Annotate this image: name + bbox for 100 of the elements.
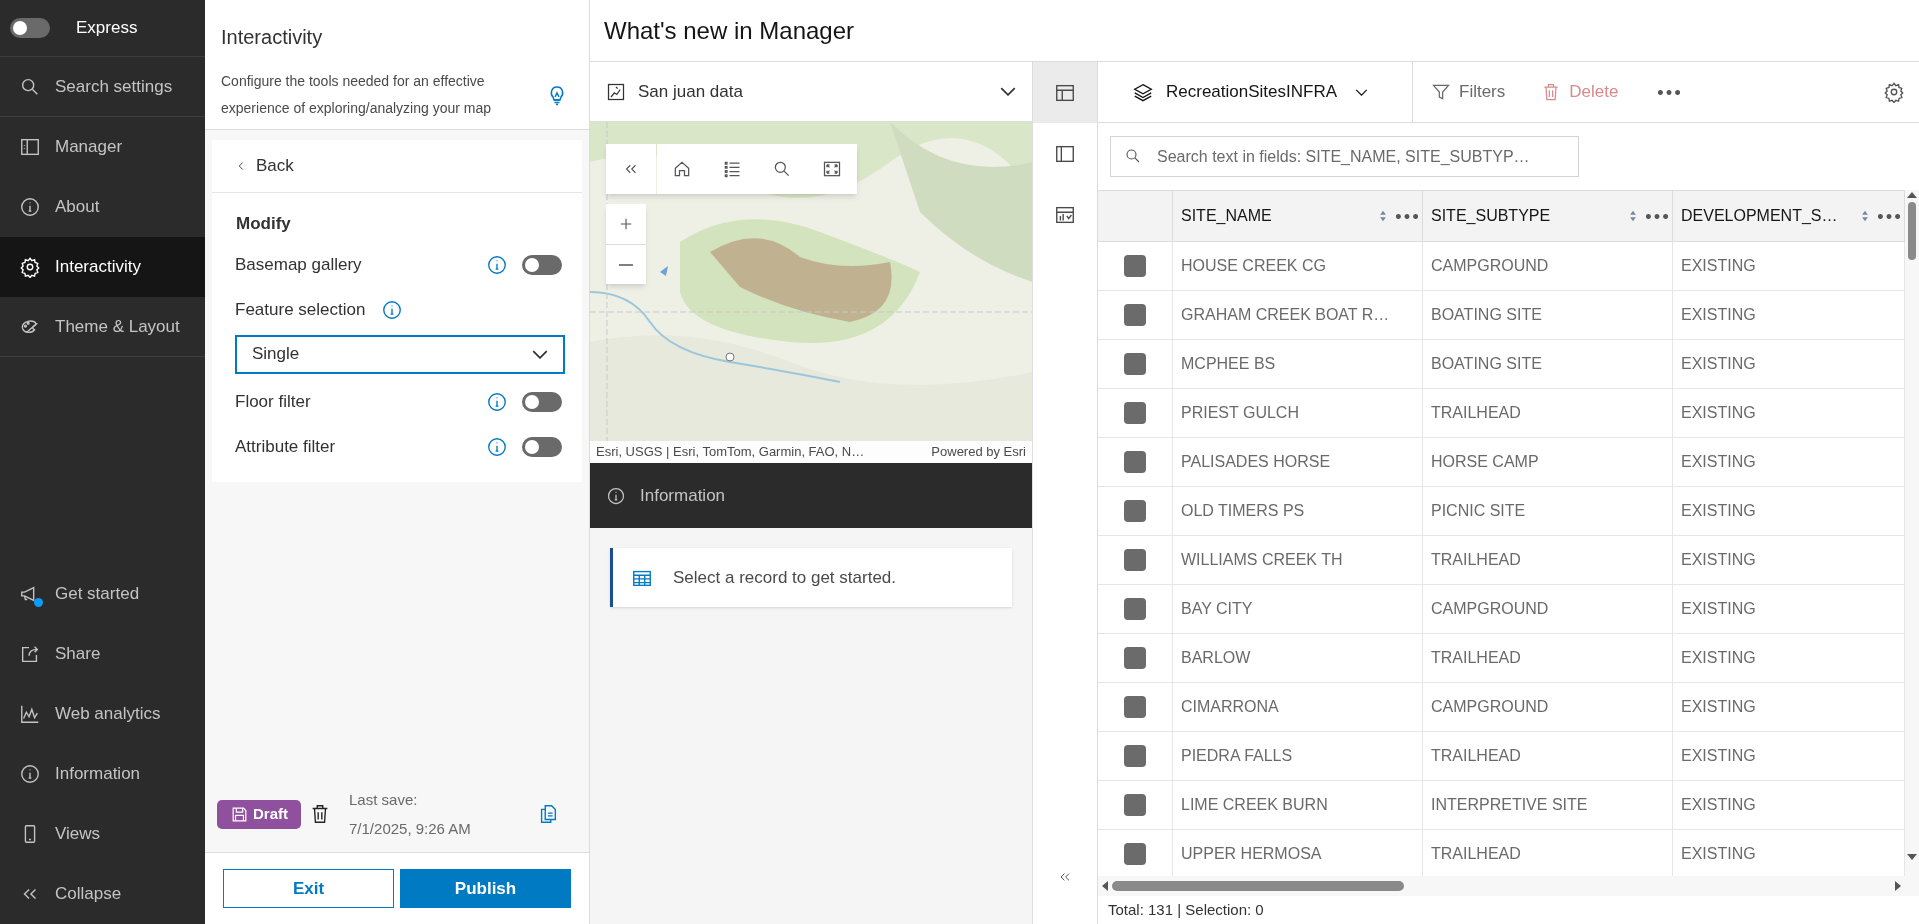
info-icon[interactable] xyxy=(381,299,404,321)
fullscreen-icon xyxy=(822,159,842,179)
toggle-switch[interactable] xyxy=(522,392,562,412)
search-field[interactable]: Search text in fields: SITE_NAME, SITE_SUBTYP… xyxy=(1110,136,1579,177)
info-icon[interactable] xyxy=(486,254,508,276)
table-cell: TRAILHEAD xyxy=(1423,634,1673,682)
section-title: Modify xyxy=(235,213,292,235)
table-cell: TRAILHEAD xyxy=(1423,389,1673,437)
settings-icon xyxy=(1883,81,1905,103)
table-cell: CAMPGROUND xyxy=(1423,242,1673,290)
toggle-switch[interactable] xyxy=(522,437,562,457)
setting-label: Feature selection xyxy=(235,299,366,322)
table-cell: BAY CITY xyxy=(1173,585,1423,633)
row-checkbox[interactable] xyxy=(1124,451,1146,473)
column-header: SITE_NAME xyxy=(1181,206,1273,226)
row-checkbox[interactable] xyxy=(1124,255,1146,277)
filter-icon xyxy=(1431,82,1451,102)
exit-button[interactable]: Exit xyxy=(223,869,394,908)
table-cell: GRAHAM CREEK BOAT R… xyxy=(1173,291,1423,339)
table-cell: OLD TIMERS PS xyxy=(1173,487,1423,535)
more-icon[interactable] xyxy=(1878,213,1900,219)
sidebar-item[interactable]: Information xyxy=(0,744,205,804)
more-icon[interactable] xyxy=(1396,213,1418,219)
table-cell: BOATING SITE xyxy=(1423,291,1673,339)
more-button[interactable] xyxy=(1658,89,1681,95)
more-icon xyxy=(1658,89,1681,95)
setting-label: Attribute filter xyxy=(235,436,337,459)
table-cell: CIMARRONA xyxy=(1173,683,1423,731)
sidebar-item[interactable]: Views xyxy=(0,804,205,864)
sidebar-item[interactable]: Interactivity xyxy=(0,237,205,297)
chevron-down-icon xyxy=(1000,87,1016,96)
info-icon xyxy=(19,763,41,785)
sidebar-item[interactable]: About xyxy=(0,177,205,237)
toggle-switch[interactable] xyxy=(10,18,50,38)
page-title: What's new in Manager xyxy=(604,15,855,46)
sidebar-item[interactable]: Collapse xyxy=(0,864,205,924)
last-save-label: Last save: xyxy=(349,790,419,810)
sidebar-item[interactable]: Get started xyxy=(0,564,205,624)
sidebar-item[interactable]: Manager xyxy=(0,117,205,177)
publish-button[interactable]: Publish xyxy=(400,869,571,908)
back-button[interactable]: Back xyxy=(212,140,582,193)
vertical-scrollbar[interactable] xyxy=(1905,190,1919,896)
row-checkbox[interactable] xyxy=(1124,745,1146,767)
filters-button[interactable]: Filters xyxy=(1431,79,1506,105)
panel-icon xyxy=(19,136,41,158)
sidebar-item[interactable]: Web analytics xyxy=(0,684,205,744)
layer-dropdown[interactable]: RecreationSitesINFRA xyxy=(1098,62,1413,122)
minus-icon xyxy=(617,263,635,266)
row-checkbox[interactable] xyxy=(1124,843,1146,865)
row-checkbox[interactable] xyxy=(1124,647,1146,669)
row-checkbox[interactable] xyxy=(1124,353,1146,375)
map-selector[interactable]: San juan data xyxy=(590,62,1032,122)
notice-text: Select a record to get started. xyxy=(673,566,896,589)
info-icon[interactable] xyxy=(486,436,508,458)
table-cell: PRIEST GULCH xyxy=(1173,389,1423,437)
table-cell: CAMPGROUND xyxy=(1423,585,1673,633)
table-cell: BOATING SITE xyxy=(1423,340,1673,388)
chevron-down-icon xyxy=(532,349,548,359)
row-checkbox[interactable] xyxy=(1124,500,1146,522)
table-cell: MCPHEE BS xyxy=(1173,340,1423,388)
table-cell: INTERPRETIVE SITE xyxy=(1423,781,1673,829)
dropdown[interactable]: Single xyxy=(235,334,565,374)
setting-label: Basemap gallery xyxy=(235,254,363,277)
search-icon xyxy=(1124,147,1142,165)
row-checkbox[interactable] xyxy=(1124,304,1146,326)
home-icon xyxy=(672,159,692,179)
info-header: Information xyxy=(590,463,1032,528)
layers-icon xyxy=(1132,81,1154,103)
column-header: SITE_SUBTYPE xyxy=(1431,206,1552,226)
search-icon xyxy=(772,159,792,179)
table-cell: TRAILHEAD xyxy=(1423,732,1673,780)
more-icon[interactable] xyxy=(1646,213,1668,219)
info-icon xyxy=(19,196,41,218)
info-icon xyxy=(606,485,626,506)
chart-icon xyxy=(19,703,41,725)
last-save-time: 7/1/2025, 9:26 AM xyxy=(349,819,472,839)
settings-icon xyxy=(19,256,41,278)
row-checkbox[interactable] xyxy=(1124,794,1146,816)
toggle-switch[interactable] xyxy=(522,255,562,275)
table-cell: LIME CREEK BURN xyxy=(1173,781,1423,829)
list-icon xyxy=(722,159,742,179)
sidebar-item[interactable]: Share xyxy=(0,624,205,684)
panel-description: Configure the tools needed for an effective experience of exploring/analyzing your map xyxy=(221,72,493,118)
column-header: DEVELOPMENT_S… xyxy=(1681,206,1839,226)
table-cell: TRAILHEAD xyxy=(1423,536,1673,584)
row-checkbox[interactable] xyxy=(1124,402,1146,424)
horizontal-scrollbar[interactable] xyxy=(1098,876,1905,896)
table-cell: PICNIC SITE xyxy=(1423,487,1673,535)
table-cell: PALISADES HORSE xyxy=(1173,438,1423,486)
table-cell: BARLOW xyxy=(1173,634,1423,682)
powered-by-text: Powered by Esri xyxy=(931,443,1026,462)
chevron-down-icon xyxy=(1355,88,1368,96)
info-icon[interactable] xyxy=(486,391,508,413)
mode-label: Express xyxy=(76,17,138,40)
settings-button[interactable] xyxy=(1883,81,1905,103)
table-cell: PIEDRA FALLS xyxy=(1173,732,1423,780)
row-checkbox[interactable] xyxy=(1124,549,1146,571)
table-cell: WILLIAMS CREEK TH xyxy=(1173,536,1423,584)
row-checkbox[interactable] xyxy=(1124,598,1146,620)
row-checkbox[interactable] xyxy=(1124,696,1146,718)
